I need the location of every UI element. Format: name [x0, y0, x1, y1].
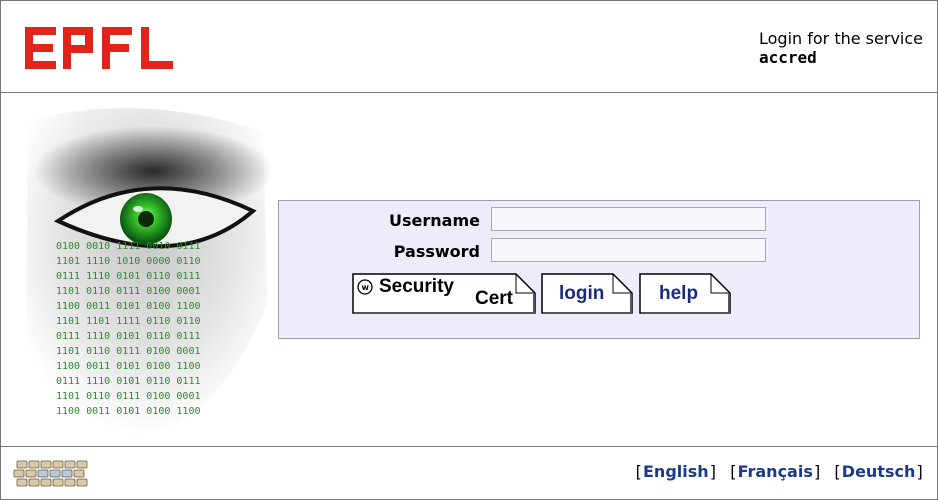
lang-deutsch-link[interactable]: Deutsch — [842, 462, 916, 481]
username-input[interactable] — [491, 207, 766, 231]
username-label: Username — [389, 211, 480, 230]
login-label: login — [559, 283, 605, 304]
help-button[interactable]: help — [639, 273, 731, 314]
binary-line: 1101 0110 0111 0100 0001 — [56, 286, 201, 297]
binary-line: 1101 0110 0111 0100 0001 — [56, 391, 201, 402]
security-label: Security — [379, 276, 454, 297]
service-name: accred — [759, 48, 817, 67]
header: Login for the service accred — [0, 0, 938, 93]
main-panel: 0100 0010 1111 0010 0111 1101 1110 1010 0… — [0, 92, 938, 447]
password-label: Password — [393, 242, 480, 261]
lang-english-link[interactable]: English — [643, 462, 709, 481]
lang-francais-link[interactable]: Français — [738, 462, 813, 481]
binary-line: 1101 0110 0111 0100 0001 — [56, 346, 201, 357]
binary-line: 1100 0011 0101 0100 1100 — [56, 406, 201, 417]
login-button[interactable]: login — [541, 273, 633, 314]
binary-line: 1100 0011 0101 0100 1100 — [56, 361, 201, 372]
binary-line: 0111 1110 0101 0110 0111 — [56, 376, 201, 387]
language-switcher: [English] [Français] [Deutsch] — [633, 462, 925, 481]
footer: [English] [Français] [Deutsch] — [0, 446, 938, 500]
eye-illustration: 0100 0010 1111 0010 0111 1101 1110 1010 0… — [26, 108, 270, 436]
binary-line: 0111 1110 0101 0110 0111 — [56, 271, 201, 282]
cert-label: Cert — [475, 288, 514, 309]
help-label: help — [659, 283, 699, 304]
keyboard-icon — [13, 460, 88, 487]
password-input[interactable] — [491, 238, 766, 262]
binary-line: 0111 1110 0101 0110 0111 — [56, 331, 201, 342]
service-prefix: Login for the service — [759, 29, 923, 48]
binary-line: 1101 1110 1010 0000 0110 — [56, 256, 201, 267]
service-info: Login for the service accred — [759, 29, 923, 67]
svg-text:w: w — [362, 283, 370, 292]
binary-line: 1101 1101 1111 0110 0110 — [56, 316, 201, 327]
security-cert-button[interactable]: w Security Cert — [352, 273, 536, 314]
epfl-logo — [25, 27, 173, 69]
binary-line: 0100 0010 1111 0010 0111 — [56, 241, 201, 252]
binary-line: 1100 0011 0101 0100 1100 — [56, 301, 201, 312]
